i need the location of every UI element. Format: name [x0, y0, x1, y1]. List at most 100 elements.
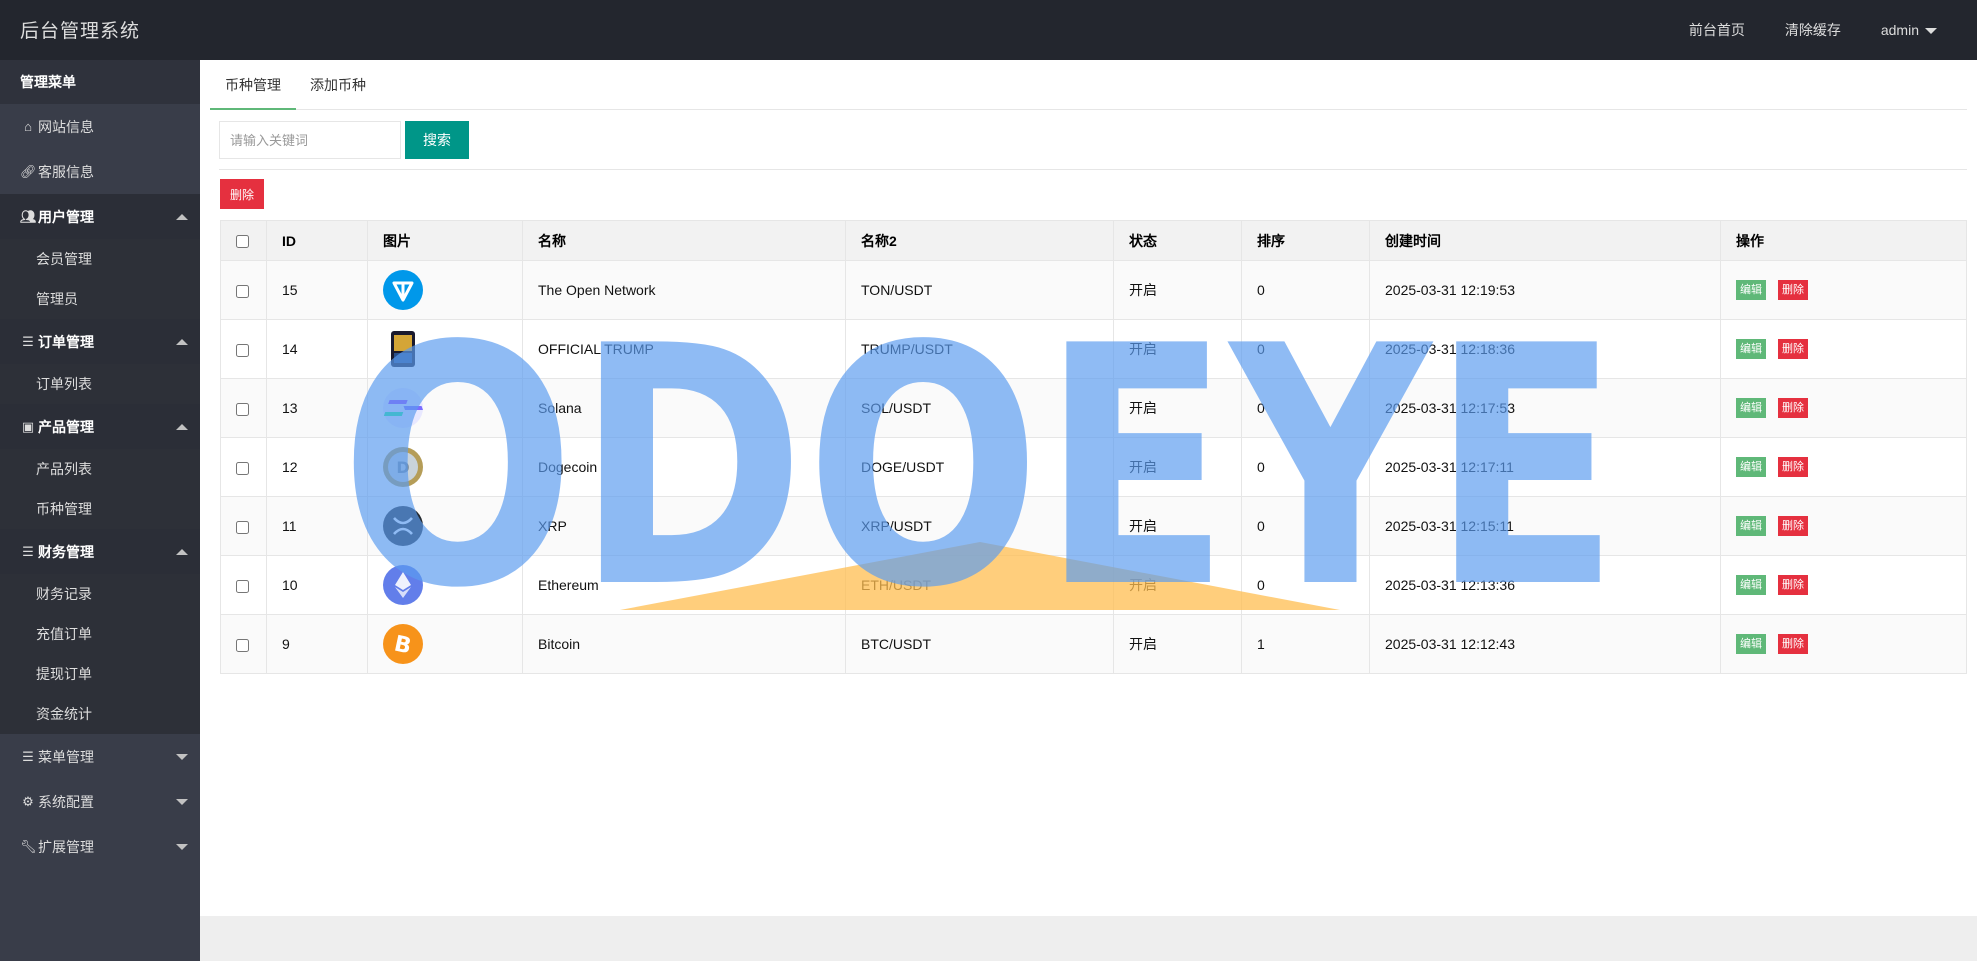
select-all-checkbox[interactable]: [236, 235, 249, 249]
delete-button[interactable]: 删除: [1778, 339, 1808, 359]
sidebar-group-label: 财务管理: [38, 543, 94, 560]
tab-coin-management[interactable]: 币种管理: [210, 60, 296, 110]
list-icon: ☰: [22, 333, 34, 349]
doge-coin-icon: D: [383, 447, 423, 487]
nav-frontend-home[interactable]: 前台首页: [1689, 20, 1745, 40]
cell-sort: 0: [1241, 260, 1370, 320]
top-nav: 前台首页 清除缓存 admin: [1689, 0, 1937, 60]
tab-add-coin[interactable]: 添加币种: [295, 60, 381, 110]
cell-name: XRP: [522, 496, 846, 556]
column-header-sort: 排序: [1241, 220, 1370, 261]
sidebar-group-label: 订单管理: [38, 333, 94, 350]
cell-status: 开启: [1113, 437, 1242, 497]
sidebar-item-members[interactable]: 会员管理: [0, 239, 200, 279]
sidebar-group-system-config[interactable]: ⚙ 系统配置: [0, 779, 200, 824]
user-menu[interactable]: admin: [1881, 22, 1937, 38]
cell-pair: TRUMP/USDT: [845, 319, 1114, 379]
cell-image: [367, 319, 523, 379]
cell-status: 开启: [1113, 555, 1242, 615]
row-checkbox[interactable]: [236, 520, 249, 534]
cell-id: 13: [266, 378, 368, 438]
sidebar-item-finance-records[interactable]: 财务记录: [0, 574, 200, 614]
column-header-id: ID: [266, 220, 368, 261]
cell-name: Dogecoin: [522, 437, 846, 497]
sidebar-item-admins[interactable]: 管理员: [0, 279, 200, 319]
row-checkbox[interactable]: [236, 638, 249, 652]
cell-status: 开启: [1113, 260, 1242, 320]
search-button[interactable]: 搜索: [405, 121, 469, 159]
sidebar-item-coin-management[interactable]: 币种管理: [0, 489, 200, 529]
sidebar-item-site-info[interactable]: ⌂ 网站信息: [0, 104, 200, 149]
ton-coin-icon: [383, 270, 423, 310]
row-checkbox[interactable]: [236, 402, 249, 416]
sidebar-item-label: 客服信息: [38, 163, 94, 180]
sidebar-group-label: 系统配置: [38, 793, 94, 810]
cell-actions: 编辑 删除: [1720, 555, 1967, 615]
row-select-cell: [220, 260, 267, 320]
sidebar-item-withdraw-orders[interactable]: 提现订单: [0, 654, 200, 694]
top-header: 后台管理系统 前台首页 清除缓存 admin: [0, 0, 1977, 60]
row-checkbox[interactable]: [236, 579, 249, 593]
edit-button[interactable]: 编辑: [1736, 634, 1766, 654]
cell-created: 2025-03-31 12:12:43: [1369, 614, 1721, 674]
row-checkbox[interactable]: [236, 343, 249, 357]
sidebar-group-label: 用户管理: [38, 208, 94, 225]
cell-image: B: [367, 614, 523, 674]
cell-pair: TON/USDT: [845, 260, 1114, 320]
sidebar-group-label: 菜单管理: [38, 748, 94, 765]
bulk-delete-button[interactable]: 删除: [220, 179, 264, 209]
cell-created: 2025-03-31 12:15:11: [1369, 496, 1721, 556]
nav-clear-cache[interactable]: 清除缓存: [1785, 20, 1841, 40]
edit-button[interactable]: 编辑: [1736, 280, 1766, 300]
column-header-name: 名称: [522, 220, 846, 261]
sidebar-item-product-list[interactable]: 产品列表: [0, 449, 200, 489]
edit-button[interactable]: 编辑: [1736, 398, 1766, 418]
sidebar-group-products[interactable]: ▣ 产品管理: [0, 404, 200, 449]
sidebar-item-fund-stats[interactable]: 资金统计: [0, 694, 200, 734]
chevron-down-icon: [1925, 28, 1937, 35]
sidebar-group-menus[interactable]: ☰ 菜单管理: [0, 734, 200, 779]
column-header-status: 状态: [1113, 220, 1242, 261]
row-checkbox[interactable]: [236, 461, 249, 475]
sidebar-group-finance[interactable]: ☰ 财务管理: [0, 529, 200, 574]
delete-button[interactable]: 删除: [1778, 398, 1808, 418]
chevron-up-icon: [176, 339, 188, 345]
sidebar-group-extensions[interactable]: 🔧︎ 扩展管理: [0, 824, 200, 869]
delete-button[interactable]: 删除: [1778, 634, 1808, 654]
cell-id: 11: [266, 496, 368, 556]
sidebar-group-orders[interactable]: ☰ 订单管理: [0, 319, 200, 364]
cell-sort: 0: [1241, 555, 1370, 615]
cell-pair: XRP/USDT: [845, 496, 1114, 556]
cell-pair: BTC/USDT: [845, 614, 1114, 674]
edit-button[interactable]: 编辑: [1736, 339, 1766, 359]
delete-button[interactable]: 删除: [1778, 516, 1808, 536]
sidebar-group-users[interactable]: 👥︎ 用户管理: [0, 194, 200, 239]
row-select-cell: [220, 378, 267, 438]
table-row: 14 OFFICIAL TRUMP TRUMP/USDT 开启 0 2025-0…: [220, 319, 1967, 379]
list-icon: ☰: [22, 543, 34, 559]
delete-button[interactable]: 删除: [1778, 575, 1808, 595]
cell-created: 2025-03-31 12:19:53: [1369, 260, 1721, 320]
sidebar-item-support-info[interactable]: 🔗︎ 客服信息: [0, 149, 200, 194]
edit-button[interactable]: 编辑: [1736, 575, 1766, 595]
chevron-up-icon: [176, 424, 188, 430]
users-icon: 👥︎: [20, 208, 37, 224]
cogs-icon: ⚙: [22, 793, 34, 809]
app-title: 后台管理系统: [20, 21, 141, 42]
row-checkbox[interactable]: [236, 284, 249, 298]
cell-id: 12: [266, 437, 368, 497]
edit-button[interactable]: 编辑: [1736, 516, 1766, 536]
sidebar-item-recharge-orders[interactable]: 充值订单: [0, 614, 200, 654]
cell-image: [367, 378, 523, 438]
tab-bar: 币种管理 添加币种: [210, 60, 1967, 110]
cell-actions: 编辑 删除: [1720, 319, 1967, 379]
sol-coin-icon: [383, 388, 423, 428]
edit-button[interactable]: 编辑: [1736, 457, 1766, 477]
sidebar-item-order-list[interactable]: 订单列表: [0, 364, 200, 404]
delete-button[interactable]: 删除: [1778, 280, 1808, 300]
delete-button[interactable]: 删除: [1778, 457, 1808, 477]
search-input[interactable]: [219, 121, 401, 159]
xrp-coin-icon: [383, 506, 423, 546]
row-select-cell: [220, 614, 267, 674]
chevron-down-icon: [176, 754, 188, 760]
